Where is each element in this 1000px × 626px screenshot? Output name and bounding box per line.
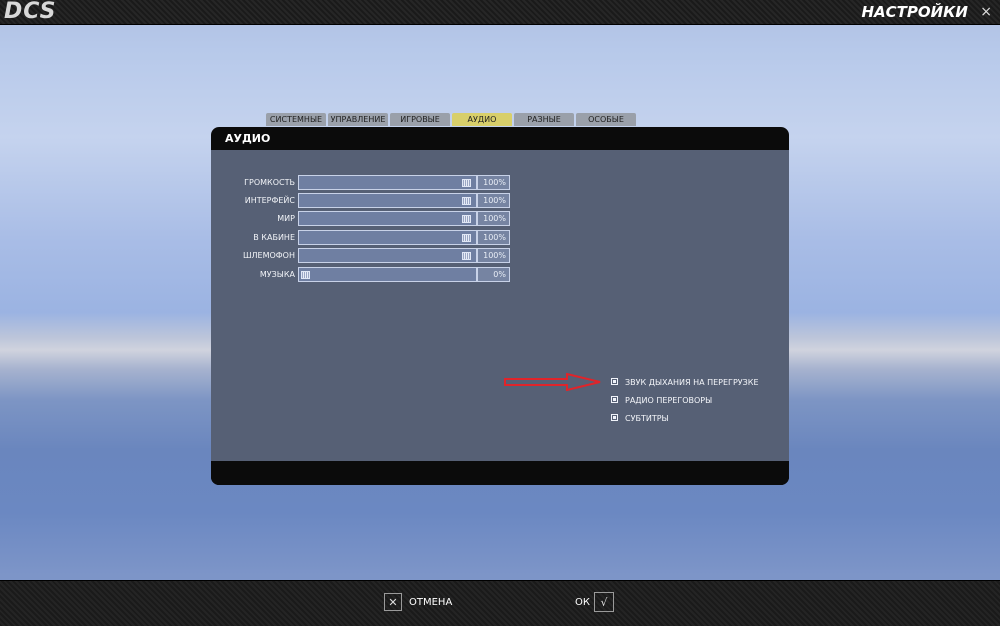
slider-row-world: МИР 100% <box>211 211 531 226</box>
slider-row-music: МУЗЫКА 0% <box>211 267 531 282</box>
panel-title: АУДИО <box>225 132 271 145</box>
cockpit-slider[interactable] <box>298 230 477 245</box>
slider-row-headphones: ШЛЕМОФОН 100% <box>211 248 531 263</box>
checkbox-icon[interactable] <box>611 414 618 421</box>
slider-value: 100% <box>477 248 510 263</box>
slider-handle[interactable] <box>301 271 310 279</box>
bottom-bar <box>0 580 1000 626</box>
checkbox-icon[interactable] <box>611 378 618 385</box>
dcs-logo: DCS <box>4 0 57 24</box>
panel-body: ГРОМКОСТЬ 100% ИНТЕРФЕЙС 100% МИР 100% В… <box>211 150 789 461</box>
tab-system[interactable]: СИСТЕМНЫЕ <box>266 113 326 126</box>
slider-handle[interactable] <box>462 234 471 242</box>
music-slider[interactable] <box>298 267 477 282</box>
slider-handle[interactable] <box>462 179 471 187</box>
slider-row-cockpit: В КАБИНЕ 100% <box>211 230 531 245</box>
checkbox-radio-chatter[interactable]: РАДИО ПЕРЕГОВОРЫ <box>611 394 712 408</box>
audio-panel: АУДИО ГРОМКОСТЬ 100% ИНТЕРФЕЙС 100% МИР … <box>211 127 789 485</box>
checkmark-icon: √ <box>593 592 614 612</box>
world-slider[interactable] <box>298 211 477 226</box>
volume-slider[interactable] <box>298 175 477 190</box>
slider-label: ГРОМКОСТЬ <box>244 178 295 187</box>
slider-row-volume: ГРОМКОСТЬ 100% <box>211 175 531 190</box>
tab-misc[interactable]: РАЗНЫЕ <box>514 113 574 126</box>
annotation-arrow-icon <box>504 373 601 391</box>
slider-value: 100% <box>477 211 510 226</box>
page-title: НАСТРОЙКИ <box>861 3 968 21</box>
cancel-icon: ✕ <box>384 593 402 611</box>
interface-slider[interactable] <box>298 193 477 208</box>
slider-row-interface: ИНТЕРФЕЙС 100% <box>211 193 531 208</box>
slider-value: 100% <box>477 230 510 245</box>
slider-label: ШЛЕМОФОН <box>242 251 295 260</box>
ok-button[interactable]: ОК √ <box>575 592 614 612</box>
settings-tabs: СИСТЕМНЫЕ УПРАВЛЕНИЕ ИГРОВЫЕ АУДИО РАЗНЫ… <box>266 113 638 126</box>
tab-controls[interactable]: УПРАВЛЕНИЕ <box>328 113 388 126</box>
cancel-label: ОТМЕНА <box>409 596 453 608</box>
slider-value: 0% <box>477 267 510 282</box>
close-icon[interactable]: × <box>980 0 992 24</box>
slider-value: 100% <box>477 193 510 208</box>
ok-label: ОК <box>575 596 590 608</box>
tab-gameplay[interactable]: ИГРОВЫЕ <box>390 113 450 126</box>
panel-footer <box>211 461 789 485</box>
slider-value: 100% <box>477 175 510 190</box>
tab-special[interactable]: ОСОБЫЕ <box>576 113 636 126</box>
checkbox-label: ЗВУК ДЫХАНИЯ НА ПЕРЕГРУЗКЕ <box>625 378 759 387</box>
checkbox-label: СУБТИТРЫ <box>625 414 669 423</box>
checkbox-label: РАДИО ПЕРЕГОВОРЫ <box>625 396 713 405</box>
headphones-slider[interactable] <box>298 248 477 263</box>
checkbox-subtitles[interactable]: СУБТИТРЫ <box>611 412 669 426</box>
slider-handle[interactable] <box>462 215 471 223</box>
slider-handle[interactable] <box>462 197 471 205</box>
slider-label: ИНТЕРФЕЙС <box>244 196 295 205</box>
checkbox-icon[interactable] <box>611 396 618 403</box>
slider-label: В КАБИНЕ <box>253 233 295 242</box>
top-bar: DCS НАСТРОЙКИ × <box>0 0 1000 25</box>
slider-label: МУЗЫКА <box>259 270 295 279</box>
checkbox-breathing-sound[interactable]: ЗВУК ДЫХАНИЯ НА ПЕРЕГРУЗКЕ <box>611 376 759 390</box>
slider-handle[interactable] <box>462 252 471 260</box>
cancel-button[interactable]: ✕ ОТМЕНА <box>384 592 452 612</box>
slider-label: МИР <box>277 214 295 223</box>
tab-audio[interactable]: АУДИО <box>452 113 512 126</box>
